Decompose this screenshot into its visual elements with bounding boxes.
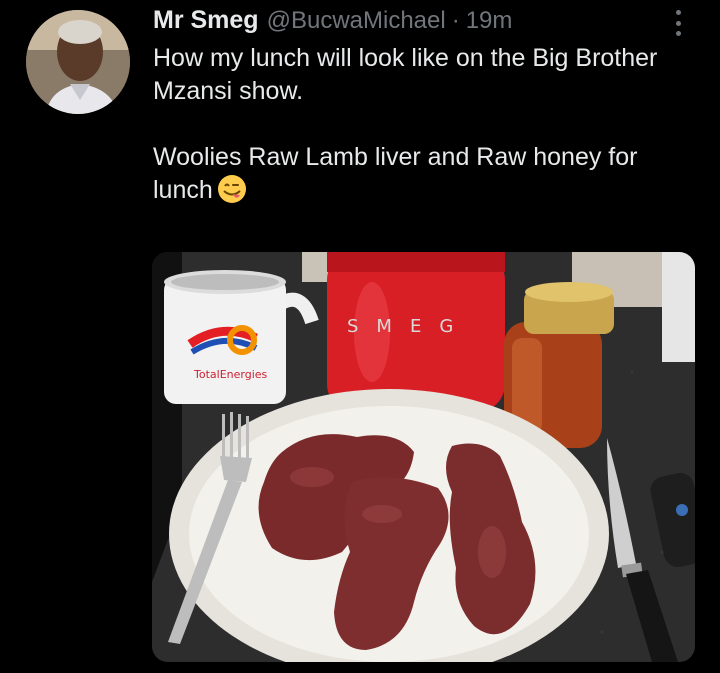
tweet-timestamp[interactable]: 19m (466, 7, 513, 35)
author-handle[interactable]: @BucwaMichael (267, 7, 446, 35)
tweet-text: How my lunch will look like on the Big B… (153, 42, 693, 207)
mug-brand-text: TotalEnergies (193, 368, 268, 381)
tweet-text-line-2: Woolies Raw Lamb liver and Raw honey for… (153, 141, 693, 207)
kettle-brand-text: SMEG (347, 316, 471, 337)
separator-dot: · (451, 7, 460, 34)
tweet-photo[interactable]: TotalEnergies SMEG (152, 252, 695, 662)
kettle: SMEG (327, 252, 505, 412)
tweet-text-line-1: How my lunch will look like on the Big B… (153, 44, 658, 105)
avatar[interactable] (26, 10, 130, 114)
author-name[interactable]: Mr Smeg (153, 6, 259, 35)
more-dots-icon[interactable] (668, 8, 688, 38)
savoring-food-emoji-icon (217, 174, 247, 204)
tweet-header: Mr Smeg @BucwaMichael · 19m (153, 6, 660, 38)
